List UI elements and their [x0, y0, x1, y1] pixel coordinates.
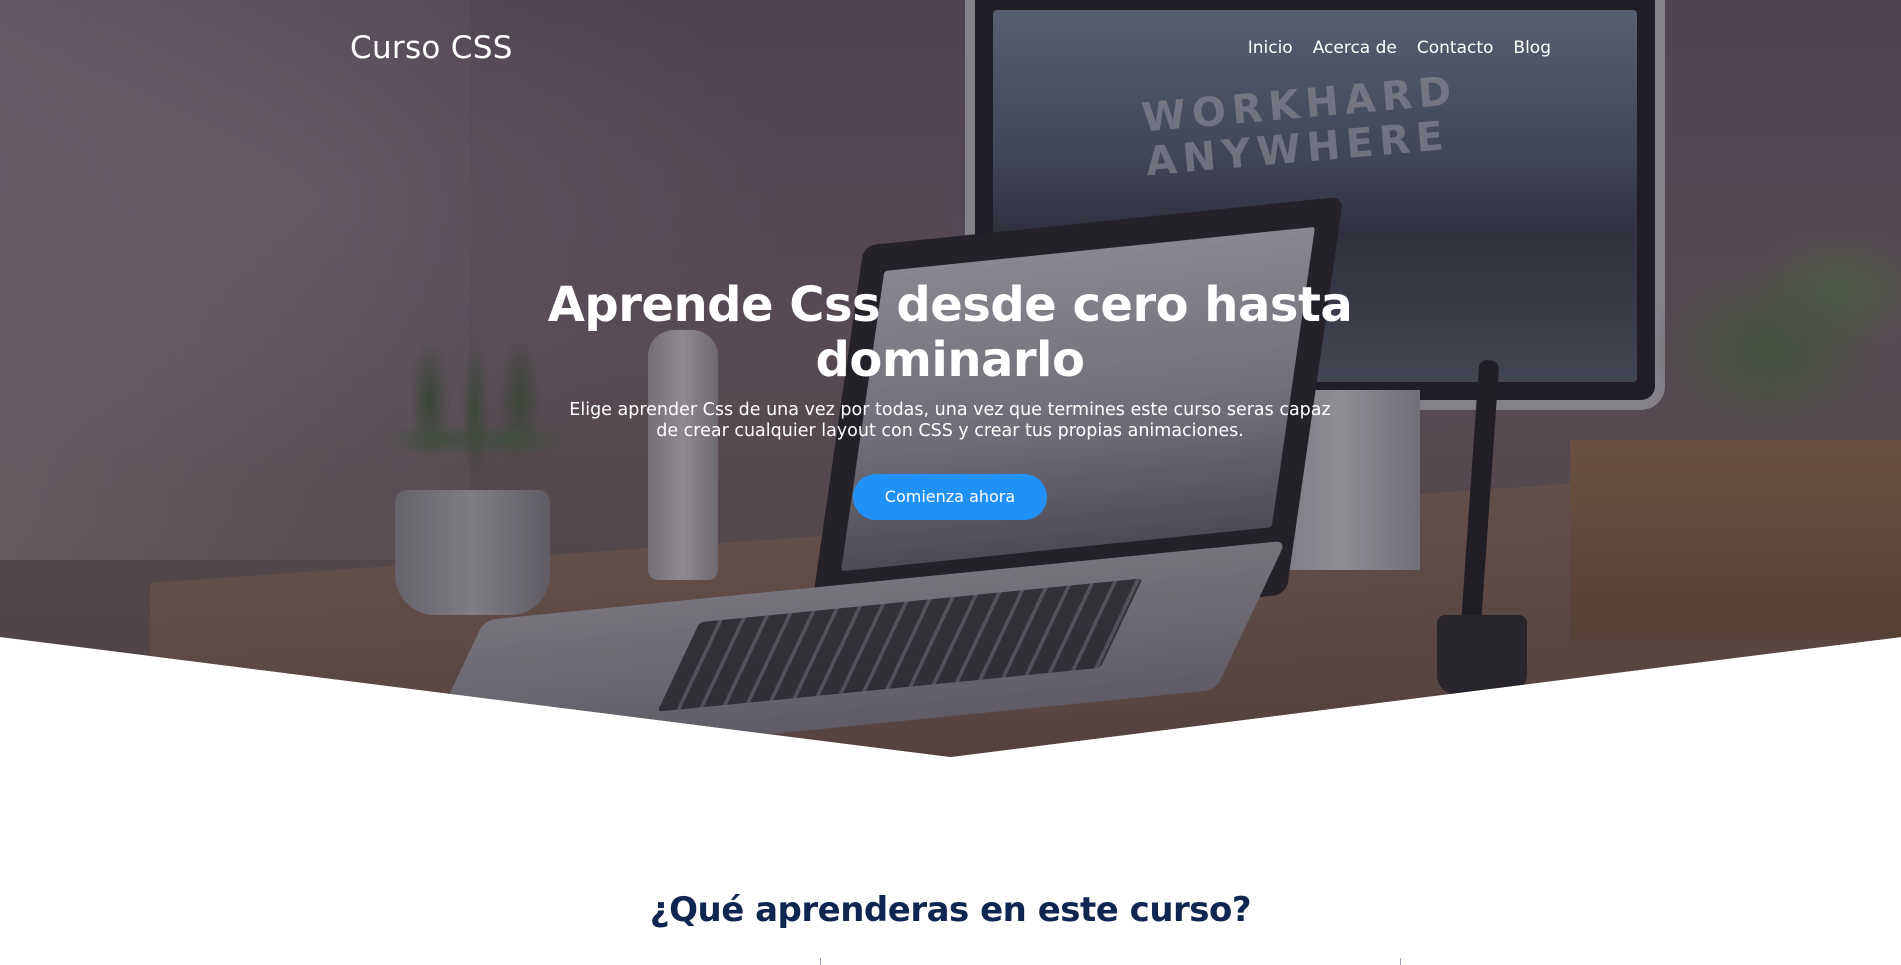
nav-link-inicio[interactable]: Inicio: [1248, 38, 1293, 58]
nav-item: Inicio: [1248, 38, 1293, 58]
start-now-button[interactable]: Comienza ahora: [853, 474, 1047, 520]
brand-logo-link[interactable]: Curso CSS: [350, 30, 513, 66]
nav-link-acerca-de[interactable]: Acerca de: [1313, 38, 1397, 58]
nav-menu: Inicio Acerca de Contacto Blog: [1248, 38, 1551, 58]
section-title: ¿Qué aprenderas en este curso?: [649, 890, 1252, 930]
nav-item: Contacto: [1417, 38, 1494, 58]
hero-content: Aprende Css desde cero hasta dominarlo E…: [540, 278, 1360, 520]
hero-subtitle: Elige aprender Css de una vez por todas,…: [569, 400, 1331, 441]
page: WORKHARD ANYWHERE Curso CSS Inicio Acerc…: [0, 0, 1901, 965]
section-content-peek: [820, 958, 824, 965]
nav-link-contacto[interactable]: Contacto: [1417, 38, 1494, 58]
nav-item: Acerca de: [1313, 38, 1397, 58]
section-content-peek: [1400, 958, 1404, 965]
top-navigation: Curso CSS Inicio Acerca de Contacto Blog: [350, 26, 1551, 70]
nav-item: Blog: [1513, 38, 1551, 58]
nav-link-blog[interactable]: Blog: [1513, 38, 1551, 58]
hero-title: Aprende Css desde cero hasta dominarlo: [547, 277, 1353, 388]
